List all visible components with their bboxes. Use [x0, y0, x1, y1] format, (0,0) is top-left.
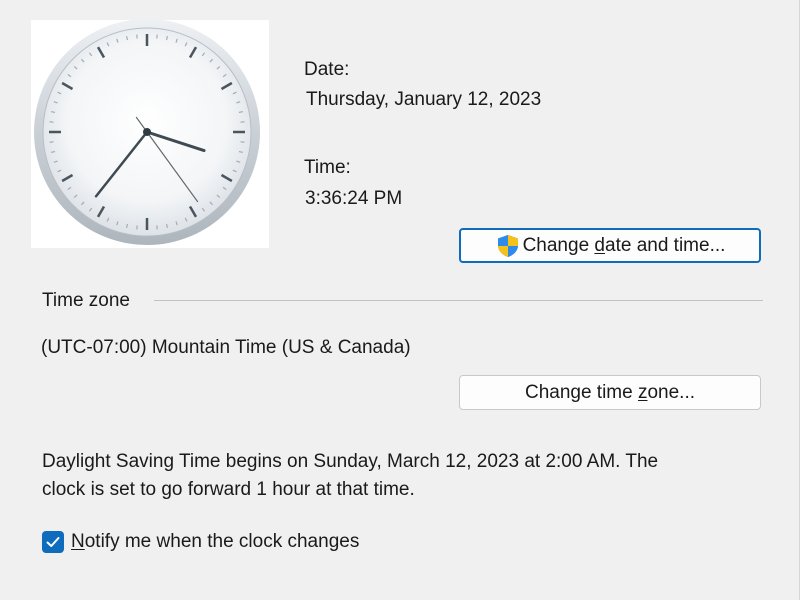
- date-label: Date:: [304, 59, 350, 80]
- analog-clock: [34, 20, 260, 245]
- time-zone-divider: [154, 300, 763, 301]
- clock-minute-tick: [165, 223, 168, 228]
- time-label: Time:: [304, 157, 351, 178]
- dst-info-line-2: clock is set to go forward 1 hour at tha…: [42, 479, 415, 500]
- dst-info-line-1: Daylight Saving Time begins on Sunday, M…: [42, 451, 659, 472]
- shield-icon: [495, 233, 521, 259]
- clock-minute-tick: [51, 111, 56, 114]
- clock-center-pin: [143, 128, 151, 136]
- change-time-zone-button[interactable]: Change time zone...: [459, 375, 761, 410]
- clock-minute-tick: [165, 36, 168, 41]
- time-zone-heading: Time zone: [42, 290, 130, 311]
- date-value: Thursday, January 12, 2023: [306, 89, 542, 110]
- change-date-time-button[interactable]: Change date and time...: [459, 228, 761, 263]
- checkmark-icon: [46, 537, 60, 547]
- dst-info-text: Daylight Saving Time begins on Sunday, M…: [42, 448, 762, 504]
- analog-clock-panel: [31, 20, 269, 248]
- clock-minute-tick: [126, 223, 129, 228]
- clock-minute-tick: [238, 111, 243, 114]
- time-value: 3:36:24 PM: [305, 188, 403, 209]
- change-date-time-label: Change date and time...: [522, 234, 726, 256]
- change-time-zone-label: Change time zone...: [524, 381, 696, 403]
- notify-checkbox-label[interactable]: Notify me when the clock changes: [71, 531, 359, 553]
- time-zone-value: (UTC-07:00) Mountain Time (US & Canada): [41, 337, 411, 358]
- clock-minute-tick: [51, 150, 56, 153]
- clock-minute-tick: [126, 36, 129, 41]
- notify-checkbox[interactable]: [42, 531, 64, 553]
- clock-minute-tick: [238, 150, 243, 153]
